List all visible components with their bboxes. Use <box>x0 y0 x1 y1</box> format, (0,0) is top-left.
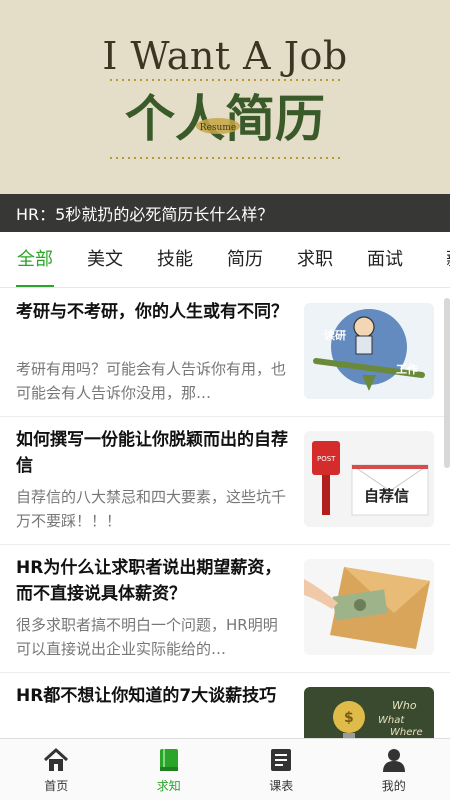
lightbulb-illustration-icon: $ Who What Where <box>304 687 434 739</box>
home-icon <box>44 748 69 771</box>
article-title: 如何撰写一份能让你脱颖而出的自荐信 <box>16 430 288 476</box>
tab-skills[interactable]: 技能 <box>140 232 210 287</box>
seesaw-illustration-icon: 读研 工作 <box>304 303 434 399</box>
tab-job-hunting[interactable]: 求职 <box>280 232 350 287</box>
nav-label: 课表 <box>269 778 294 793</box>
salary-envelope-illustration-icon <box>304 559 434 655</box>
bottom-navigation: 首页 求知 课表 我的 <box>0 738 450 800</box>
article-item[interactable]: 如何撰写一份能让你脱颖而出的自荐信 自荐信的八大禁忌和四大要素，这些坑千万不要踩… <box>0 417 450 545</box>
article-thumbnail: POST 自荐信 <box>304 431 434 527</box>
banner-heading: I Want A Job <box>102 34 348 78</box>
article-summary: 自荐信的八大禁忌和四大要素，这些坑千万不要踩！！！ <box>16 488 287 530</box>
user-icon <box>382 748 405 772</box>
category-tabs: 全部 美文 技能 简历 求职 面试 薪 <box>0 232 450 288</box>
article-thumbnail <box>304 559 434 655</box>
article-list: 考研与不考研，你的人生或有不同？ 考研有用吗？可能会有人告诉你有用，也可能会有人… <box>0 289 450 739</box>
article-title: HR都不想让你知道的7大谈薪技巧 <box>16 686 277 706</box>
svg-text:$: $ <box>344 710 354 726</box>
article-summary: 考研有用吗？可能会有人告诉你有用，也可能会有人告诉你没用，那… <box>16 360 287 402</box>
mailbox-illustration-icon: POST 自荐信 <box>304 431 434 527</box>
nav-label: 首页 <box>44 778 69 793</box>
book-icon <box>159 748 178 771</box>
banner-art-badge: Resume <box>200 123 236 133</box>
banner-caption: HR：5秒就扔的必死简历长什么样？ <box>16 205 274 224</box>
nav-knowledge[interactable]: 求知 <box>113 739 226 800</box>
thumb-label-who: Who <box>392 699 417 712</box>
thumb-label-where: Where <box>390 727 423 738</box>
thumb-label-work: 工作 <box>396 362 418 376</box>
article-title: HR为什么让求职者说出期望薪资，而不直接说具体薪资？ <box>16 558 282 604</box>
resume-logo-art: 个人简历 Resume <box>125 90 325 148</box>
top-banner[interactable]: I Want A Job 个人简历 Resume HR：5秒就扔的必死简历长什么… <box>0 0 450 232</box>
thumb-label-study: 读研 <box>324 328 346 342</box>
tab-essays[interactable]: 美文 <box>70 232 140 287</box>
article-summary: 很多求职者搞不明白一个问题，HR明明可以直接说出企业实际能给的… <box>16 616 278 658</box>
article-item[interactable]: HR为什么让求职者说出期望薪资，而不直接说具体薪资？ 很多求职者搞不明白一个问题… <box>0 545 450 673</box>
thumb-label-letter: 自荐信 <box>364 487 409 505</box>
article-item[interactable]: 考研与不考研，你的人生或有不同？ 考研有用吗？可能会有人告诉你有用，也可能会有人… <box>0 289 450 417</box>
tab-resume[interactable]: 简历 <box>210 232 280 287</box>
article-thumbnail: 读研 工作 <box>304 303 434 399</box>
tab-interview[interactable]: 面试 <box>350 232 420 287</box>
banner-caption-bar: HR：5秒就扔的必死简历长什么样？ <box>0 194 450 232</box>
schedule-icon <box>271 748 292 771</box>
scroll-indicator[interactable] <box>444 298 450 468</box>
article-item[interactable]: HR都不想让你知道的7大谈薪技巧 $ Who What Where <box>0 673 450 739</box>
article-thumbnail: $ Who What Where <box>304 687 434 739</box>
nav-profile[interactable]: 我的 <box>338 739 450 800</box>
tab-all[interactable]: 全部 <box>0 232 70 287</box>
tab-salary[interactable]: 薪 <box>420 232 450 287</box>
thumb-label-what: What <box>378 715 405 726</box>
nav-home[interactable]: 首页 <box>0 739 113 800</box>
article-title: 考研与不考研，你的人生或有不同？ <box>16 302 288 322</box>
nav-label: 求知 <box>156 778 181 793</box>
nav-label: 我的 <box>381 778 406 793</box>
nav-schedule[interactable]: 课表 <box>225 739 338 800</box>
thumb-label-post: POST <box>317 455 336 463</box>
